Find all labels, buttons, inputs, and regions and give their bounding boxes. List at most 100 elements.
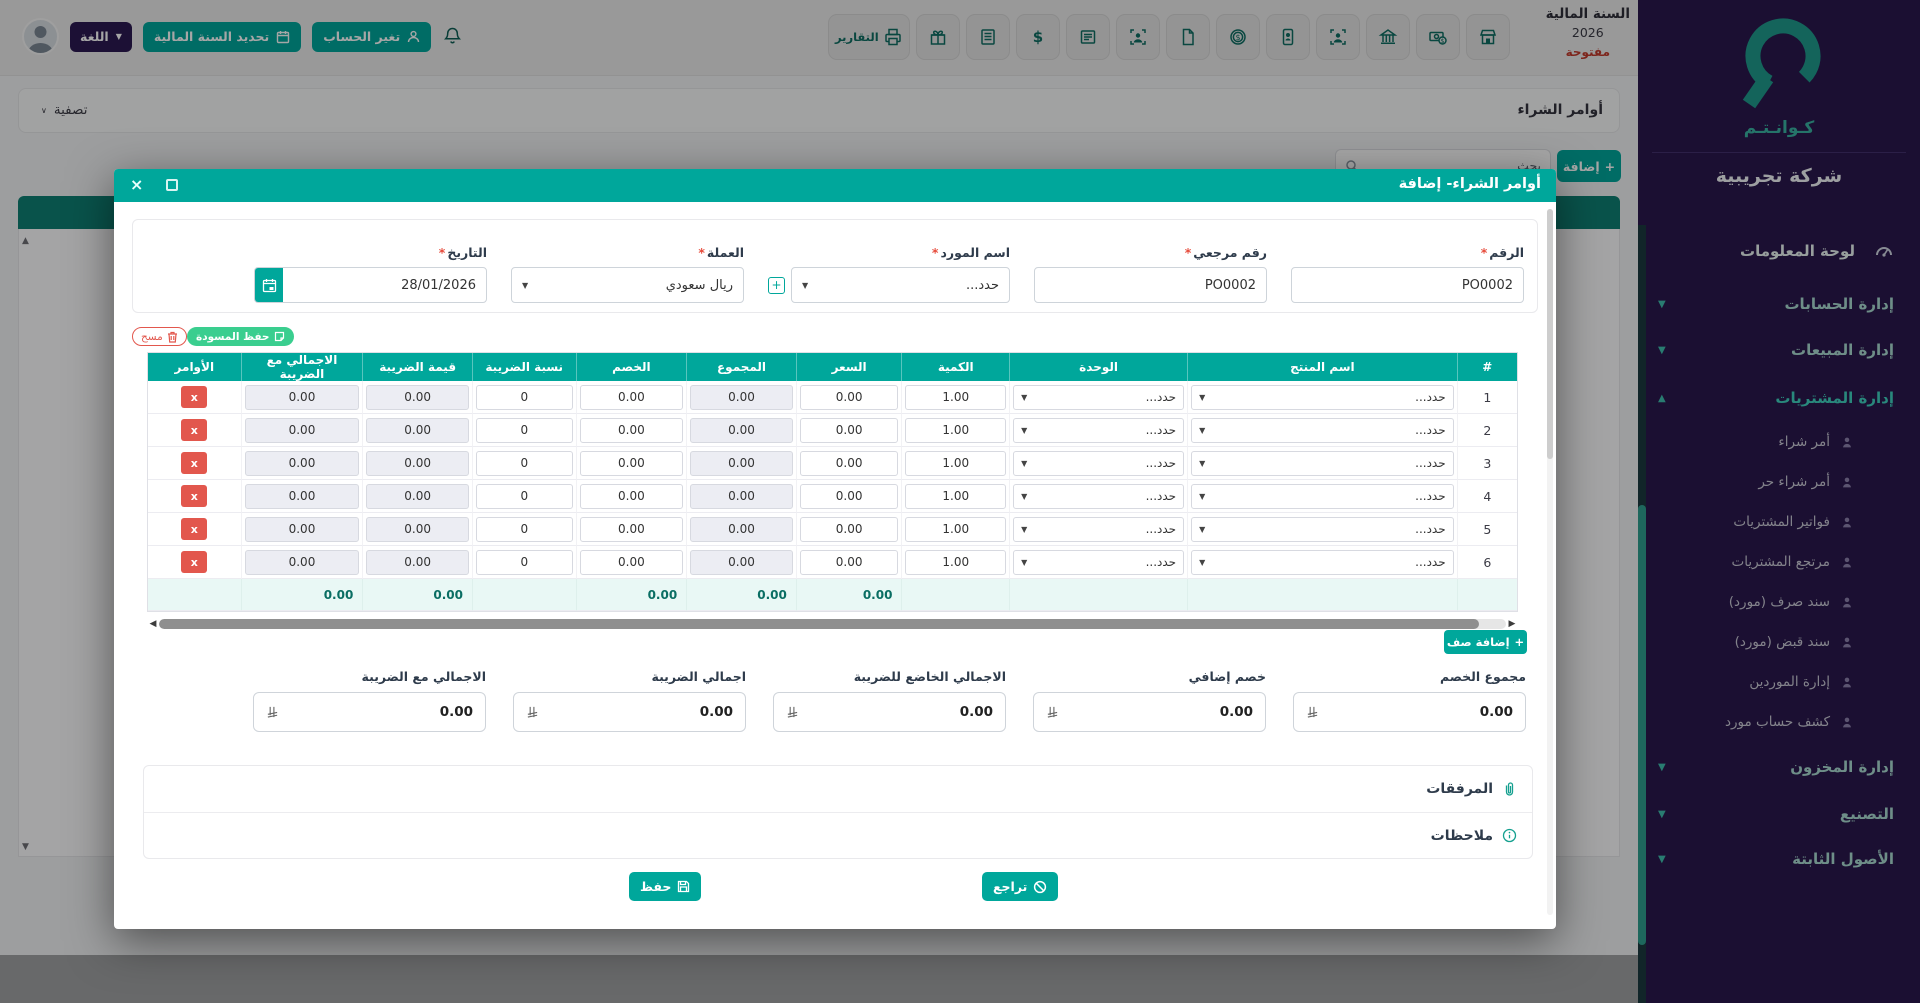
notes-section[interactable]: ملاحظات [144,812,1532,858]
discount-value: 0.00 [618,555,645,569]
remove-row-button[interactable]: x [181,485,208,507]
price-input[interactable]: 0.00 [799,549,899,575]
save-draft-button[interactable]: حفظ المسودة [187,327,295,346]
discount-input[interactable]: 0.00 [579,516,684,542]
summary-total-discount: مجموع الخصم 0.00 [1293,669,1526,732]
discount-value: 0.00 [618,522,645,536]
back-button[interactable]: تراجع [982,872,1059,901]
subtotal-value: 0.00 [728,522,755,536]
tax-rate-input[interactable]: 0 [475,417,573,443]
qty-input[interactable]: 1.00 [905,384,1007,410]
total-with-tax-value: 0.00 [288,390,316,404]
table-row: 4 حدد... ▼ حدد... ▼ 1.00 0.00 0.00 0.00 0 … [148,480,1517,513]
price-input[interactable]: 0.00 [799,516,899,542]
save-button[interactable]: حفظ [629,872,702,901]
chevron-down-icon: ▼ [1021,458,1028,468]
chevron-down-icon: ▼ [802,280,809,290]
totals-tax-value: 0.00 [362,579,472,611]
product-select[interactable]: حدد... ▼ [1191,384,1454,410]
unit-select[interactable]: حدد... ▼ [1013,417,1185,443]
remove-row-button[interactable]: x [181,386,208,408]
tax-value-value: 0.00 [404,555,431,569]
summary-input[interactable]: 0.00 [1293,692,1526,732]
tax-rate-input[interactable]: 0 [475,483,573,509]
currency-select[interactable]: ريال سعودي ▼ [511,267,744,303]
summary-fields: مجموع الخصم 0.00 خصم إضافي 0.00 الاجمالي… [253,669,1526,732]
product-select[interactable]: حدد... ▼ [1191,516,1454,542]
subtotal-field: 0.00 [690,384,793,410]
chevron-down-icon: ▼ [1021,491,1028,501]
date-field[interactable]: 28/01/2026 [254,267,487,303]
modal-header: أوامر الشراء- إضافة × [114,169,1556,202]
unit-select[interactable]: حدد... ▼ [1013,549,1185,575]
remove-row-button[interactable]: x [181,551,208,573]
remove-row-button[interactable]: x [181,419,208,441]
items-hscrollbar[interactable]: ◀ ▶ [147,618,1518,630]
summary-input[interactable]: 0.00 [253,692,486,732]
tax-rate-input[interactable]: 0 [475,384,573,410]
product-select[interactable]: حدد... ▼ [1191,483,1454,509]
close-icon[interactable]: × [130,174,143,196]
number-field[interactable]: PO0002 [1291,267,1524,303]
unit-select[interactable]: حدد... ▼ [1013,516,1185,542]
required-asterisk: * [1184,245,1192,260]
qty-value: 1.00 [942,390,970,404]
required-asterisk: * [698,245,705,260]
col-discount: الخصم [575,353,687,381]
table-row: 2 حدد... ▼ حدد... ▼ 1.00 0.00 0.00 0.00 0 … [148,414,1517,447]
discount-input[interactable]: 0.00 [579,384,684,410]
add-row-button[interactable]: + إضافة صف [1444,630,1527,654]
add-supplier-button[interactable]: + [768,276,785,294]
qty-input[interactable]: 1.00 [905,516,1007,542]
price-value: 0.00 [835,522,863,536]
remove-row-button[interactable]: x [181,452,208,474]
tax-rate-value: 0 [520,423,529,437]
qty-input[interactable]: 1.00 [905,549,1007,575]
summary-input[interactable]: 0.00 [773,692,1006,732]
price-input[interactable]: 0.00 [799,417,899,443]
qty-input[interactable]: 1.00 [905,483,1007,509]
maximize-icon[interactable] [166,179,178,191]
discount-input[interactable]: 0.00 [579,549,684,575]
tax-value-field: 0.00 [366,384,469,410]
tax-rate-input[interactable]: 0 [475,549,573,575]
qty-input[interactable]: 1.00 [905,450,1007,476]
tax-value-value: 0.00 [404,489,431,503]
scroll-left-icon[interactable]: ◀ [147,619,159,629]
product-select[interactable]: حدد... ▼ [1191,417,1454,443]
summary-input[interactable]: 0.00 [513,692,746,732]
scroll-right-icon[interactable]: ▶ [1506,619,1518,629]
price-input[interactable]: 0.00 [799,450,899,476]
discount-input[interactable]: 0.00 [579,450,684,476]
chevron-down-icon: ▼ [1199,491,1206,501]
price-value: 0.00 [835,423,863,437]
attachments-section[interactable]: المرفقات [144,766,1532,812]
riyal-symbol-icon [526,705,539,719]
unit-select[interactable]: حدد... ▼ [1013,450,1185,476]
reference-field[interactable]: PO0002 [1034,267,1267,303]
table-row: 3 حدد... ▼ حدد... ▼ 1.00 0.00 0.00 0.00 0 … [148,447,1517,480]
tax-value-field: 0.00 [366,483,469,509]
calendar-icon[interactable] [255,268,283,302]
qty-input[interactable]: 1.00 [905,417,1007,443]
subtotal-value: 0.00 [728,456,755,470]
product-select[interactable]: حدد... ▼ [1191,450,1454,476]
discount-input[interactable]: 0.00 [579,483,684,509]
summary-input[interactable]: 0.00 [1033,692,1266,732]
tax-rate-input[interactable]: 0 [475,516,573,542]
price-input[interactable]: 0.00 [799,483,899,509]
remove-row-button[interactable]: x [181,518,208,540]
tax-rate-input[interactable]: 0 [475,450,573,476]
discount-input[interactable]: 0.00 [579,417,684,443]
clear-button[interactable]: مسح [132,327,187,346]
totals-price: 0.00 [795,579,902,611]
price-input[interactable]: 0.00 [799,384,899,410]
unit-select[interactable]: حدد... ▼ [1013,483,1185,509]
product-select[interactable]: حدد... ▼ [1191,549,1454,575]
plus-icon: + [1514,635,1525,649]
modal-scrollbar[interactable] [1547,209,1553,915]
supplier-select[interactable]: حدد... ▼ [791,267,1010,303]
unit-select[interactable]: حدد... ▼ [1013,384,1185,410]
total-with-tax-field: 0.00 [244,384,360,410]
hscroll-thumb[interactable] [159,619,1480,629]
